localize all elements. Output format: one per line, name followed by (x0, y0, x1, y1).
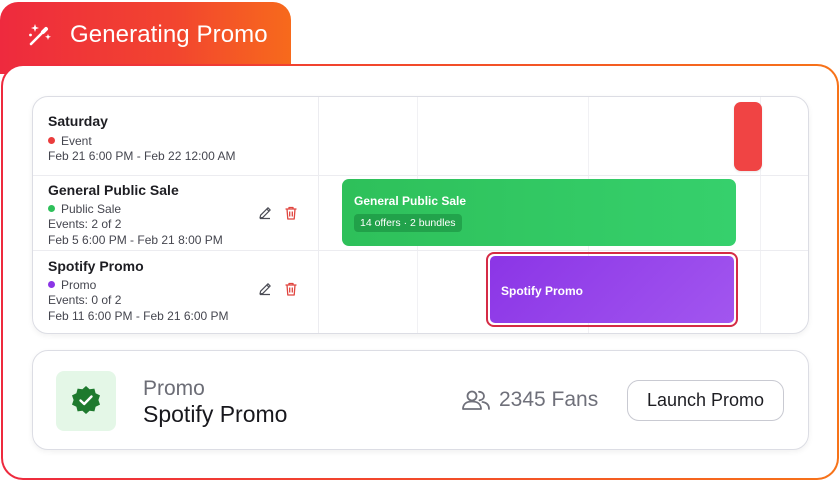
delete-trash-icon[interactable] (283, 281, 299, 297)
tab-title: Generating Promo (70, 21, 268, 48)
promo-bar-title: Spotify Promo (501, 284, 584, 298)
promo-name: Spotify Promo (143, 401, 288, 427)
promo-type-label: Promo (143, 377, 205, 400)
event-bar-saturday[interactable] (734, 102, 762, 171)
launch-promo-button[interactable]: Launch Promo (627, 380, 784, 421)
row-title: General Public Sale (48, 182, 179, 198)
row-dates: Feb 5 6:00 PM - Feb 21 8:00 PM (48, 233, 223, 247)
row-title: Saturday (48, 113, 108, 129)
column-divider (318, 97, 319, 333)
delete-trash-icon[interactable] (283, 205, 299, 221)
edit-pencil-icon[interactable] (257, 281, 273, 297)
verified-badge-icon (72, 386, 100, 414)
row-events: Events: 0 of 2 (48, 293, 122, 307)
row-type: Event (48, 134, 92, 148)
magic-wand-icon (29, 24, 51, 46)
row-title: Spotify Promo (48, 258, 144, 274)
promo-bar: Spotify Promo (490, 256, 734, 323)
row-events: Events: 2 of 2 (48, 217, 122, 231)
event-dot (48, 137, 55, 144)
promo-summary-card: Promo Spotify Promo 2345 Fans Launch Pro… (32, 350, 809, 450)
row-dates: Feb 11 6:00 PM - Feb 21 6:00 PM (48, 309, 229, 323)
row-dates: Feb 21 6:00 PM - Feb 22 12:00 AM (48, 149, 236, 163)
edit-pencil-icon[interactable] (257, 205, 273, 221)
public-sale-bar[interactable]: General Public Sale 14 offers · 2 bundle… (342, 179, 736, 246)
row-type: Promo (48, 278, 96, 292)
fans-label: 2345 Fans (499, 388, 599, 411)
verified-badge-box (56, 371, 116, 431)
users-icon (462, 390, 490, 410)
promo-dot (48, 281, 55, 288)
row-type: Public Sale (48, 202, 121, 216)
fans-count: 2345 Fans (461, 388, 598, 412)
offers-badge: 14 offers · 2 bundles (354, 214, 462, 232)
public-sale-dot (48, 205, 55, 212)
public-sale-bar-title: General Public Sale (354, 194, 467, 208)
schedule-panel: Saturday Event Feb 21 6:00 PM - Feb 22 1… (32, 96, 809, 334)
row-separator (33, 250, 808, 251)
promo-bar-selected[interactable]: Spotify Promo (486, 252, 738, 327)
row-separator (33, 175, 808, 176)
